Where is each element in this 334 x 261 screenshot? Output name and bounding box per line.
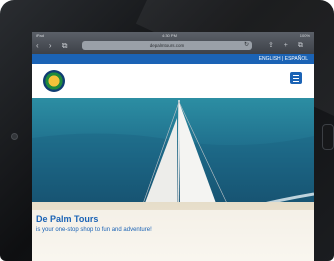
language-bar: ENGLISH | ESPAÑOL	[32, 54, 314, 64]
hero-caption: De Palm Tours is your one-stop shop to f…	[32, 210, 314, 261]
tablet-device: iPad 4:30 PM 100% ‹ › ⧉ depalmtours.com …	[0, 0, 334, 261]
status-time: 4:30 PM	[162, 33, 177, 38]
browser-toolbar: iPad 4:30 PM 100% ‹ › ⧉ depalmtours.com …	[32, 32, 314, 54]
tablet-screen: iPad 4:30 PM 100% ‹ › ⧉ depalmtours.com …	[32, 32, 314, 261]
browser-nav-icons[interactable]: ‹ › ⧉	[36, 41, 72, 51]
menu-bar-icon	[293, 78, 299, 79]
address-bar[interactable]: depalmtours.com ↻	[82, 41, 252, 50]
mast	[177, 99, 180, 217]
menu-bar-icon	[293, 81, 299, 82]
reload-icon[interactable]: ↻	[244, 41, 249, 50]
browser-action-icons[interactable]: ⇪ + ⧉	[268, 41, 307, 50]
site-header	[32, 64, 314, 98]
address-url: depalmtours.com	[149, 43, 185, 48]
status-bar: iPad 4:30 PM 100%	[32, 32, 314, 39]
language-switcher[interactable]: ENGLISH | ESPAÑOL	[259, 54, 308, 64]
camera-icon	[11, 133, 18, 140]
status-battery: 100%	[299, 33, 310, 38]
hero-title: De Palm Tours	[36, 214, 99, 224]
home-button[interactable]	[322, 124, 334, 150]
menu-button[interactable]	[290, 72, 302, 84]
hero-subtitle: is your one-stop shop to fun and adventu…	[36, 227, 152, 233]
status-carrier: iPad	[36, 33, 45, 38]
menu-bar-icon	[293, 75, 299, 76]
site-logo[interactable]	[43, 70, 65, 92]
